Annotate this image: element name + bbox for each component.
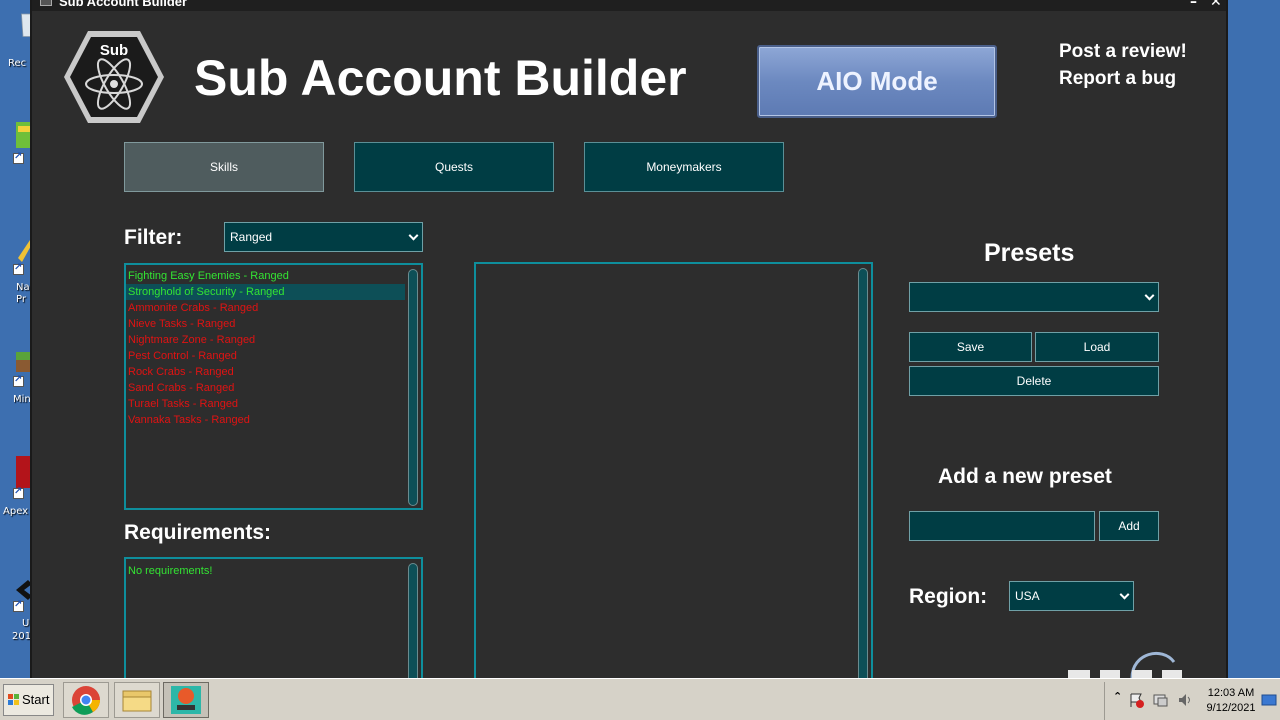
delete-preset-button[interactable]: Delete <box>909 366 1159 396</box>
windows-flag-icon <box>8 694 19 705</box>
report-bug-link[interactable]: Report a bug <box>1059 68 1176 90</box>
requirements-scrollbar[interactable] <box>408 563 418 678</box>
app-icon <box>40 0 52 6</box>
desktop-icon-sublabel: 201 <box>12 631 32 642</box>
action-center-flag-icon[interactable] <box>1129 692 1145 708</box>
chevron-down-icon <box>408 230 419 241</box>
shortcut-arrow-icon <box>13 151 24 164</box>
activity-list-scrollbar[interactable] <box>408 269 418 506</box>
tab-skills[interactable]: Skills <box>124 142 324 192</box>
minimize-button[interactable]: – <box>1190 0 1197 10</box>
filter-select[interactable]: Ranged <box>224 222 423 252</box>
activity-list-item[interactable]: Pest Control - Ranged <box>126 348 405 364</box>
preset-select[interactable] <box>909 282 1159 312</box>
logo-text: Sub <box>100 42 128 59</box>
start-button[interactable]: Start <box>3 684 54 716</box>
requirements-text: No requirements! <box>128 565 213 577</box>
close-button[interactable]: ✕ <box>1210 0 1222 10</box>
chevron-down-icon <box>1119 589 1130 600</box>
folder-icon <box>122 690 152 712</box>
volume-icon[interactable] <box>1177 692 1193 708</box>
filter-select-value: Ranged <box>230 230 273 244</box>
presets-title: Presets <box>984 239 1075 267</box>
requirements-label: Requirements: <box>124 521 272 544</box>
tab-moneymakers[interactable]: Moneymakers <box>584 142 784 192</box>
activity-items: Fighting Easy Enemies - Ranged Stronghold… <box>126 268 421 428</box>
region-select-value: USA <box>1015 589 1040 603</box>
region-select[interactable]: USA <box>1009 581 1134 611</box>
taskbar: Start ⌃ 12:03 AM 9/12/2021 <box>0 678 1280 720</box>
save-preset-button[interactable]: Save <box>909 332 1032 362</box>
activity-list-item[interactable]: Vannaka Tasks - Ranged <box>126 412 405 428</box>
add-preset-title: Add a new preset <box>938 465 1112 488</box>
load-preset-button[interactable]: Load <box>1035 332 1159 362</box>
desktop-icon-label: Na <box>16 282 30 293</box>
chrome-icon <box>72 686 100 715</box>
activity-list-item[interactable]: Fighting Easy Enemies - Ranged <box>126 268 405 284</box>
activity-list-item[interactable]: Rock Crabs - Ranged <box>126 364 405 380</box>
watermark-logo-icon <box>1068 651 1182 678</box>
desktop-icon-label: Rec <box>8 58 27 69</box>
shortcut-arrow-icon <box>13 599 24 612</box>
aio-mode-button[interactable]: AIO Mode <box>757 45 997 118</box>
activity-list-item[interactable]: Sand Crabs - Ranged <box>126 380 405 396</box>
app-window: Sub Account Builder – ✕ Sub Sub Account … <box>30 0 1228 678</box>
window-title: Sub Account Builder <box>59 0 188 9</box>
taskbar-sub-account-builder[interactable] <box>163 682 209 718</box>
tab-quests[interactable]: Quests <box>354 142 554 192</box>
activity-list-item[interactable]: Stronghold of Security - Ranged <box>126 284 405 300</box>
filter-label: Filter: <box>124 226 183 249</box>
desktop-icon-label: Min <box>13 394 31 405</box>
clock-date: 9/12/2021 <box>1206 702 1256 714</box>
tray-expand-icon[interactable]: ⌃ <box>1113 690 1122 703</box>
desktop-icon-sublabel: Pr <box>16 294 26 305</box>
desktop-icon-label: U <box>22 618 30 629</box>
logo-icon: Sub <box>64 31 164 123</box>
detail-panel <box>474 262 873 678</box>
shortcut-arrow-icon <box>13 486 24 499</box>
start-label: Start <box>22 692 50 707</box>
desktop-icon-recycle-bin[interactable]: Rec <box>0 8 34 69</box>
page-title: Sub Account Builder <box>194 50 687 106</box>
taskbar-chrome[interactable] <box>63 682 109 718</box>
post-review-link[interactable]: Post a review! <box>1059 41 1187 63</box>
desktop-icon-label: Apex <box>3 506 29 517</box>
activity-list-item[interactable]: Ammonite Crabs - Ranged <box>126 300 405 316</box>
title-bar[interactable]: Sub Account Builder – ✕ <box>32 0 1226 11</box>
shortcut-arrow-icon <box>13 374 24 387</box>
taskbar-clock[interactable]: 12:03 AM 9/12/2021 <box>1196 686 1266 716</box>
activity-list-item[interactable]: Nieve Tasks - Ranged <box>126 316 405 332</box>
network-icon[interactable] <box>1153 692 1169 708</box>
detail-panel-scrollbar[interactable] <box>858 268 868 678</box>
new-preset-input[interactable] <box>909 511 1095 541</box>
clock-time: 12:03 AM <box>1207 687 1255 699</box>
taskbar-explorer[interactable] <box>114 682 160 718</box>
activity-list[interactable]: Fighting Easy Enemies - Ranged Stronghold… <box>124 263 423 510</box>
add-preset-button[interactable]: Add <box>1099 511 1159 541</box>
activity-list-item[interactable]: Turael Tasks - Ranged <box>126 396 405 412</box>
chevron-down-icon <box>1144 290 1155 301</box>
region-label: Region: <box>909 585 988 608</box>
game-icon <box>171 686 201 714</box>
shortcut-arrow-icon <box>13 262 24 275</box>
requirements-box: No requirements! <box>124 557 423 678</box>
activity-list-item[interactable]: Nightmare Zone - Ranged <box>126 332 405 348</box>
